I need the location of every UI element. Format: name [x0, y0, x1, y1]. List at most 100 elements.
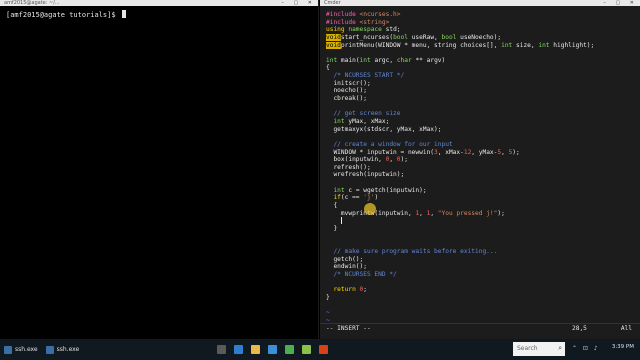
code-token: {: [326, 64, 330, 72]
terminal-cursor: [121, 10, 126, 18]
code-line[interactable]: int c = wgetch(inputwin);: [326, 187, 634, 195]
code-token: if: [326, 194, 341, 202]
code-line[interactable]: getmaxyx(stdscr, yMax, xMax);: [326, 126, 634, 134]
taskbar[interactable]: ssh.exe ssh.exe Search ⌕ ⌃ ⊡ ♪ 3:39 PM: [0, 339, 640, 360]
code-line[interactable]: box(inputwin, 0, 0);: [326, 156, 634, 164]
code-line[interactable]: [326, 233, 634, 241]
code-token: yMax, xMax;: [344, 117, 390, 125]
system-tray[interactable]: ⌃ ⊡ ♪: [572, 345, 600, 352]
code-line[interactable]: using namespace std;: [326, 26, 634, 34]
shell-prompt: [amf2015@agate tutorials]$: [6, 11, 120, 19]
code-token: bool: [393, 33, 408, 41]
code-line[interactable]: [326, 133, 634, 141]
code-token: useNoecho);: [456, 33, 502, 41]
code-token: int: [326, 186, 345, 194]
code-line[interactable]: [326, 179, 634, 187]
media-icon[interactable]: [319, 345, 329, 354]
code-line[interactable]: // create a window for our input: [326, 141, 634, 149]
terminal-app-icon[interactable]: [302, 345, 312, 354]
code-line[interactable]: noecho();: [326, 87, 634, 95]
code-token: int: [326, 56, 338, 64]
code-token: char: [396, 56, 412, 64]
code-line[interactable]: [326, 240, 634, 248]
editor-pane[interactable]: Cmder – ▢ ✕ #include <ncurses.h> #include…: [320, 0, 640, 339]
code-token: }: [326, 293, 330, 301]
code-line[interactable]: int yMax, xMax;: [326, 118, 634, 126]
code-token: refresh();: [326, 163, 371, 171]
code-line[interactable]: [326, 103, 634, 111]
search-icon[interactable]: ⌕: [558, 344, 562, 353]
code-line[interactable]: // make sure program waits before exitin…: [326, 248, 634, 256]
code-line[interactable]: return 0;: [326, 286, 634, 294]
code-token: );: [512, 148, 520, 156]
code-line[interactable]: refresh();: [326, 164, 634, 172]
clock[interactable]: 3:39 PM: [612, 344, 634, 350]
code-token: #include: [326, 18, 360, 26]
code-line[interactable]: wrefresh(inputwin);: [326, 171, 634, 179]
code-token: argc,: [370, 56, 397, 64]
code-line[interactable]: if(c == 'j'): [326, 194, 634, 202]
pinned-apps[interactable]: [213, 345, 332, 354]
code-line[interactable]: getch();: [326, 256, 634, 264]
code-token: cbreak();: [326, 95, 367, 103]
code-line[interactable]: {: [326, 64, 634, 72]
code-line[interactable]: [326, 278, 634, 286]
code-line[interactable]: voidprintMenu(WINDOW * menu, string choi…: [326, 41, 634, 50]
code-token: );: [497, 209, 505, 217]
terminal-icon: [45, 345, 54, 354]
search-input[interactable]: Search ⌕: [513, 342, 565, 356]
editor-cursor: [340, 217, 342, 225]
code-line[interactable]: cbreak();: [326, 95, 634, 103]
code-token: );: [400, 156, 408, 164]
code-line[interactable]: }: [326, 294, 634, 302]
code-line[interactable]: [326, 217, 634, 225]
code-line[interactable]: // get screen size: [326, 110, 634, 118]
code-token: ;: [363, 286, 367, 294]
code-line[interactable]: ~: [326, 309, 634, 317]
code-line[interactable]: initscr();: [326, 80, 634, 88]
window-controls[interactable]: – ▢ ✕: [281, 0, 316, 6]
code-token: , yMax-: [471, 148, 498, 156]
code-line[interactable]: [326, 49, 634, 57]
code-line[interactable]: #include <string>: [326, 19, 634, 27]
vim-mode: -- INSERT --: [326, 325, 371, 332]
code-token: // create a window for our input: [326, 140, 453, 148]
taskbar-item-ssh-1[interactable]: ssh.exe: [0, 339, 42, 360]
terminal-icon: [4, 345, 12, 354]
taskbar-item-ssh-2[interactable]: ssh.exe: [42, 339, 84, 360]
left-terminal-titlebar[interactable]: amf2015@agate: ~/... – ▢ ✕: [0, 0, 318, 6]
code-area[interactable]: #include <ncurses.h> #include <string> usi…: [320, 6, 640, 324]
code-listing[interactable]: #include <ncurses.h> #include <string> usi…: [320, 6, 640, 324]
task-view-icon[interactable]: [217, 345, 227, 354]
code-line[interactable]: int main(int argc, char ** argv): [326, 57, 634, 65]
mouse-pointer-highlight: [364, 203, 376, 215]
code-line[interactable]: /* NCURSES END */: [326, 271, 634, 279]
edge-icon[interactable]: [234, 345, 244, 354]
code-line[interactable]: }: [326, 225, 634, 233]
code-token: int: [501, 41, 513, 49]
cmder-icon[interactable]: [285, 345, 295, 354]
code-token: namespace: [348, 26, 386, 34]
code-token: ,: [501, 148, 509, 156]
code-token: {: [326, 202, 338, 210]
code-token: return: [326, 286, 360, 294]
code-line[interactable]: #include <ncurses.h>: [326, 11, 634, 19]
left-terminal-title: amf2015@agate: ~/...: [4, 0, 60, 6]
code-token: ,: [389, 156, 397, 164]
code-token: printMenu(WINDOW * menu, string choices[…: [340, 41, 502, 49]
code-line[interactable]: WINDOW * inputwin = newwin(3, xMax-12, y…: [326, 149, 634, 157]
code-token: ** argv): [411, 56, 446, 64]
code-line[interactable]: endwin();: [326, 263, 634, 271]
left-terminal-pane[interactable]: amf2015@agate: ~/... – ▢ ✕ [amf2015@agat…: [0, 0, 319, 339]
code-token: useRaw,: [407, 33, 442, 41]
code-token: ~: [326, 308, 330, 316]
store-icon[interactable]: [268, 345, 278, 354]
code-line[interactable]: [326, 301, 634, 309]
code-line[interactable]: /* NCURSES START */: [326, 72, 634, 80]
code-line[interactable]: voidstart_ncurses(bool useRaw, bool useN…: [326, 33, 634, 42]
code-token: /* NCURSES START */: [326, 72, 405, 80]
code-token: int: [326, 117, 345, 125]
terminal-output[interactable]: [amf2015@agate tutorials]$: [0, 6, 318, 24]
folder-icon[interactable]: [251, 345, 261, 354]
code-token: start_ncurses(: [340, 33, 394, 41]
